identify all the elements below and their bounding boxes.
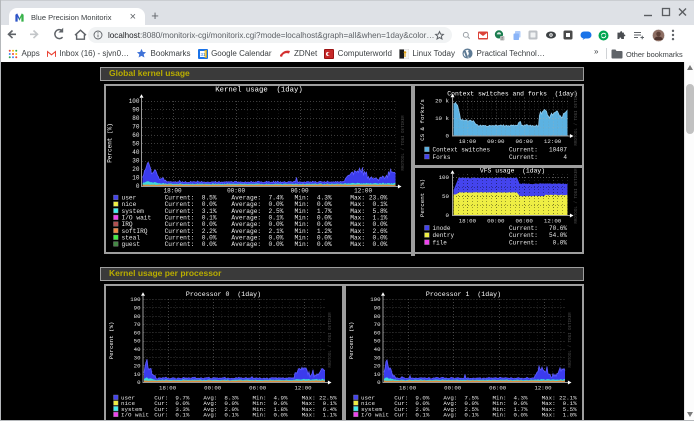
svg-text:2: 2	[501, 36, 503, 40]
svg-text:31: 31	[200, 51, 206, 56]
